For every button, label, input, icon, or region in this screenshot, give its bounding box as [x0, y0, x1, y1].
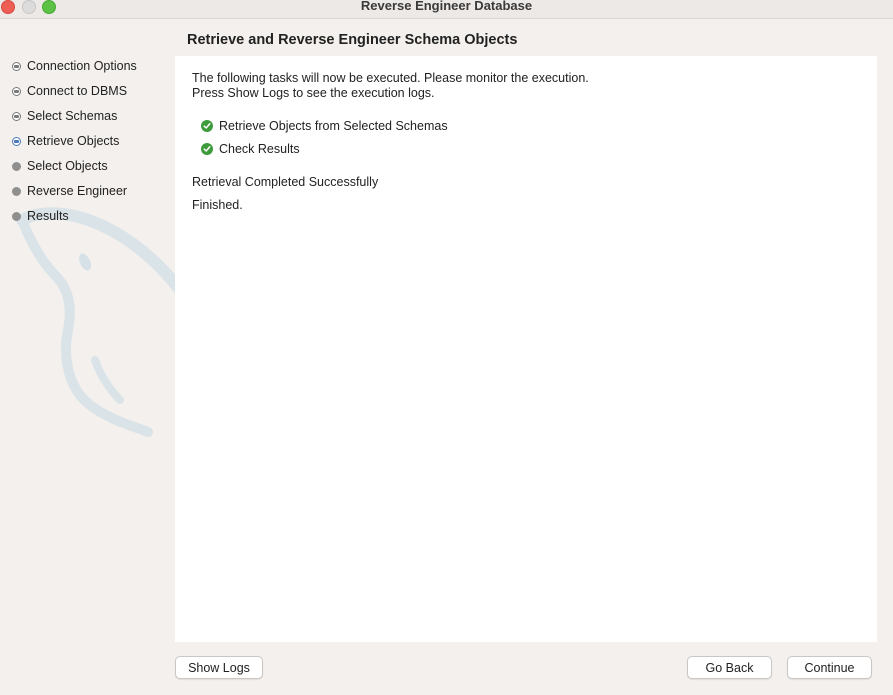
continue-button[interactable]: Continue [787, 656, 872, 679]
check-circle-icon [201, 143, 213, 155]
step-done-icon [12, 61, 21, 71]
result-detail: Finished. [192, 198, 243, 212]
sidebar-step-select-schemas: Select Schemas [12, 107, 117, 125]
sidebar-step-select-objects: Select Objects [12, 157, 108, 175]
step-label: Connect to DBMS [27, 84, 128, 98]
task-panel: The following tasks will now be executed… [175, 56, 877, 642]
step-label: Select Schemas [27, 109, 118, 123]
step-done-icon [12, 86, 21, 96]
step-label: Reverse Engineer [27, 184, 128, 198]
intro-line: The following tasks will now be executed… [192, 71, 589, 85]
sidebar-step-connection-options: Connection Options [12, 57, 137, 75]
intro-line: Press Show Logs to see the execution log… [192, 86, 435, 100]
step-pending-icon [12, 161, 21, 171]
task-label: Check Results [219, 142, 300, 156]
step-label: Select Objects [27, 159, 108, 173]
show-logs-button[interactable]: Show Logs [175, 656, 263, 679]
result-message: Retrieval Completed Successfully [192, 175, 379, 189]
task-check-results: Check Results [201, 142, 300, 156]
intro-text: The following tasks will now be executed… [192, 71, 589, 101]
step-current-icon [12, 136, 21, 146]
sidebar-step-retrieve-objects: Retrieve Objects [12, 132, 119, 150]
sidebar-step-connect-to-dbms: Connect to DBMS [12, 82, 127, 100]
sidebar-step-reverse-engineer: Reverse Engineer [12, 182, 127, 200]
step-pending-icon [12, 211, 21, 221]
task-label: Retrieve Objects from Selected Schemas [219, 119, 448, 133]
title-bar: Reverse Engineer Database [0, 0, 893, 19]
step-label: Retrieve Objects [27, 134, 120, 148]
sidebar-step-results: Results [12, 207, 69, 225]
go-back-button[interactable]: Go Back [687, 656, 772, 679]
wizard-steps-sidebar: Connection Options Connect to DBMS Selec… [0, 20, 175, 695]
step-label: Results [27, 209, 69, 223]
check-circle-icon [201, 120, 213, 132]
window-title: Reverse Engineer Database [360, 0, 533, 13]
step-done-icon [12, 111, 21, 121]
page-title: Retrieve and Reverse Engineer Schema Obj… [187, 32, 518, 48]
task-retrieve-objects: Retrieve Objects from Selected Schemas [201, 119, 448, 133]
step-pending-icon [12, 186, 21, 196]
step-label: Connection Options [27, 59, 137, 73]
